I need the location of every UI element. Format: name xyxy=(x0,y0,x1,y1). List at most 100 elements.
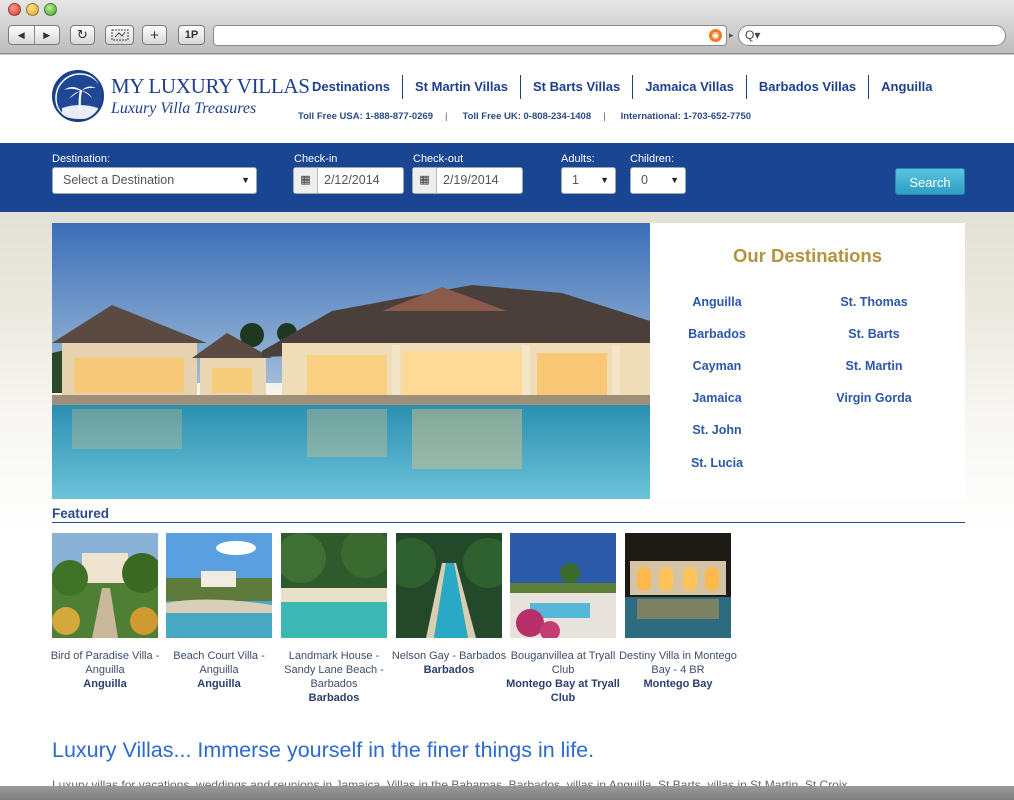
dropdown-arrow-icon: ▼ xyxy=(670,175,679,185)
destination-value: Select a Destination xyxy=(63,173,175,187)
nav-anguilla[interactable]: Anguilla xyxy=(868,75,944,99)
villa-search-form: Destination: Select a Destination ▼ Chec… xyxy=(0,143,1014,212)
reload-button[interactable]: ↻ xyxy=(70,25,95,45)
checkout-value: 2/19/2014 xyxy=(443,173,499,187)
villa-name[interactable]: Nelson Gay - Barbados xyxy=(389,649,509,663)
villa-name[interactable]: Destiny Villa in Montego Bay - 4 BR xyxy=(618,649,738,677)
destination-link-anguilla[interactable]: Anguilla xyxy=(647,295,787,309)
window-bottom-edge xyxy=(0,786,1014,800)
villa-thumbnail[interactable] xyxy=(281,533,387,638)
onepassword-label: 1P xyxy=(184,29,199,41)
checkin-field[interactable]: ▦ 2/12/2014 xyxy=(293,167,404,194)
featured-divider xyxy=(52,522,965,523)
villa-location: Anguilla xyxy=(197,678,241,690)
calendar-icon[interactable]: ▦ xyxy=(413,168,437,193)
featured-villa-card[interactable]: Beach Court Villa - Anguilla Anguilla xyxy=(166,533,272,691)
screenshot-button[interactable] xyxy=(105,25,134,45)
featured-villa-card[interactable]: Bouganvillea at Tryall Club Montego Bay … xyxy=(506,533,620,705)
add-label: + xyxy=(150,26,159,44)
destination-link-st-lucia[interactable]: St. Lucia xyxy=(647,456,787,470)
search-button[interactable]: Search xyxy=(895,168,965,195)
calendar-icon[interactable]: ▦ xyxy=(294,168,318,193)
featured-villa-card[interactable]: Bird of Paradise Villa - Anguilla Anguil… xyxy=(51,533,159,691)
checkout-label: Check-out xyxy=(413,153,464,165)
logo-title: MY LUXURY VILLAS xyxy=(111,74,310,98)
villa-location: Barbados xyxy=(308,692,360,704)
web-page: MY LUXURY VILLAS Luxury Villa Treasures … xyxy=(0,55,1014,786)
villa-name[interactable]: Bird of Paradise Villa - Anguilla xyxy=(45,649,165,677)
children-label: Children: xyxy=(630,153,675,165)
site-header: MY LUXURY VILLAS Luxury Villa Treasures … xyxy=(0,55,1014,143)
rss-icon[interactable]: ◉ xyxy=(709,29,722,42)
zoom-window-button[interactable] xyxy=(44,3,57,16)
children-value: 0 xyxy=(641,173,648,187)
screenshot-icon xyxy=(111,29,128,41)
browser-search-field[interactable]: Q▾ xyxy=(738,25,1006,46)
phone-uk: Toll Free UK: 0-808-234-1408 xyxy=(462,111,592,122)
villa-thumbnail[interactable] xyxy=(396,533,502,638)
destination-link-st-thomas[interactable]: St. Thomas xyxy=(804,295,944,309)
destination-link-cayman[interactable]: Cayman xyxy=(647,359,787,373)
destination-select[interactable]: Select a Destination ▼ xyxy=(52,167,257,194)
checkin-label: Check-in xyxy=(294,153,338,165)
nav-st-barts-villas[interactable]: St Barts Villas xyxy=(519,75,632,99)
adults-value: 1 xyxy=(572,173,579,187)
featured-villa-card[interactable]: Nelson Gay - Barbados Barbados xyxy=(392,533,506,677)
featured-villa-card[interactable]: Landmark House - Sandy Lane Beach - Barb… xyxy=(281,533,387,705)
forward-arrow-icon[interactable]: ▶ xyxy=(35,26,60,44)
destination-label: Destination: xyxy=(52,153,111,165)
window-controls xyxy=(8,3,57,16)
url-separator: ▸ xyxy=(729,30,734,40)
villa-thumbnail[interactable] xyxy=(52,533,158,638)
villa-location: Montego Bay xyxy=(643,678,713,690)
checkin-value: 2/12/2014 xyxy=(324,173,380,187)
destination-link-jamaica[interactable]: Jamaica xyxy=(647,391,787,405)
phone-usa: Toll Free USA: 1-888-877-0269 xyxy=(298,111,433,122)
villa-thumbnail[interactable] xyxy=(510,533,616,638)
destination-link-barbados[interactable]: Barbados xyxy=(647,327,787,341)
villa-name[interactable]: Bouganvillea at Tryall Club xyxy=(503,649,623,677)
minimize-window-button[interactable] xyxy=(26,3,39,16)
phone-separator: | xyxy=(445,111,448,122)
back-arrow-icon[interactable]: ◀ xyxy=(9,26,35,44)
destination-link-st-barts[interactable]: St. Barts xyxy=(804,327,944,341)
nav-jamaica-villas[interactable]: Jamaica Villas xyxy=(632,75,746,99)
featured-villa-card[interactable]: Destiny Villa in Montego Bay - 4 BR Mont… xyxy=(619,533,737,691)
reload-icon: ↻ xyxy=(77,27,88,42)
villa-thumbnail[interactable] xyxy=(166,533,272,638)
page-tagline: Luxury Villas... Immerse yourself in the… xyxy=(52,738,595,762)
browser-toolbar: ◀ ▶ ↻ + 1P ◉ ▸ Q▾ xyxy=(0,0,1014,54)
destination-link-st-john[interactable]: St. John xyxy=(647,423,787,437)
site-logo[interactable]: MY LUXURY VILLAS Luxury Villa Treasures xyxy=(52,70,310,126)
destination-link-virgin-gorda[interactable]: Virgin Gorda xyxy=(804,391,944,405)
destinations-panel: Our Destinations Anguilla Barbados Cayma… xyxy=(650,223,965,499)
search-icon: Q▾ xyxy=(745,28,761,42)
logo-subtitle: Luxury Villa Treasures xyxy=(111,100,257,117)
villa-thumbnail[interactable] xyxy=(625,533,731,638)
intro-paragraph: Luxury villas for vacations, weddings an… xyxy=(52,778,848,786)
adults-label: Adults: xyxy=(561,153,595,165)
hero-villa-photo xyxy=(52,223,650,499)
phone-numbers: Toll Free USA: 1-888-877-0269 | Toll Fre… xyxy=(298,111,763,122)
nav-barbados-villas[interactable]: Barbados Villas xyxy=(745,75,868,99)
featured-heading: Featured xyxy=(52,506,110,521)
add-bookmark-button[interactable]: + xyxy=(142,25,167,45)
destinations-title: Our Destinations xyxy=(732,245,883,266)
palm-tree-logo-icon xyxy=(52,70,104,122)
dropdown-arrow-icon: ▼ xyxy=(241,175,250,185)
onepassword-button[interactable]: 1P xyxy=(178,25,205,45)
villa-name[interactable]: Landmark House - Sandy Lane Beach - Barb… xyxy=(274,649,394,691)
villa-location: Barbados xyxy=(423,664,475,676)
close-window-button[interactable] xyxy=(8,3,21,16)
phone-separator: | xyxy=(603,111,606,122)
villa-location: Anguilla xyxy=(83,678,127,690)
villa-name[interactable]: Beach Court Villa - Anguilla xyxy=(159,649,279,677)
nav-destinations[interactable]: Destinations xyxy=(300,75,402,99)
adults-select[interactable]: 1 ▼ xyxy=(561,167,616,194)
nav-st-martin-villas[interactable]: St Martin Villas xyxy=(402,75,520,99)
address-bar[interactable]: ◉ xyxy=(213,25,727,46)
children-select[interactable]: 0 ▼ xyxy=(630,167,686,194)
checkout-field[interactable]: ▦ 2/19/2014 xyxy=(412,167,523,194)
destination-link-st-martin[interactable]: St. Martin xyxy=(804,359,944,373)
main-navigation: Destinations St Martin Villas St Barts V… xyxy=(300,75,944,99)
